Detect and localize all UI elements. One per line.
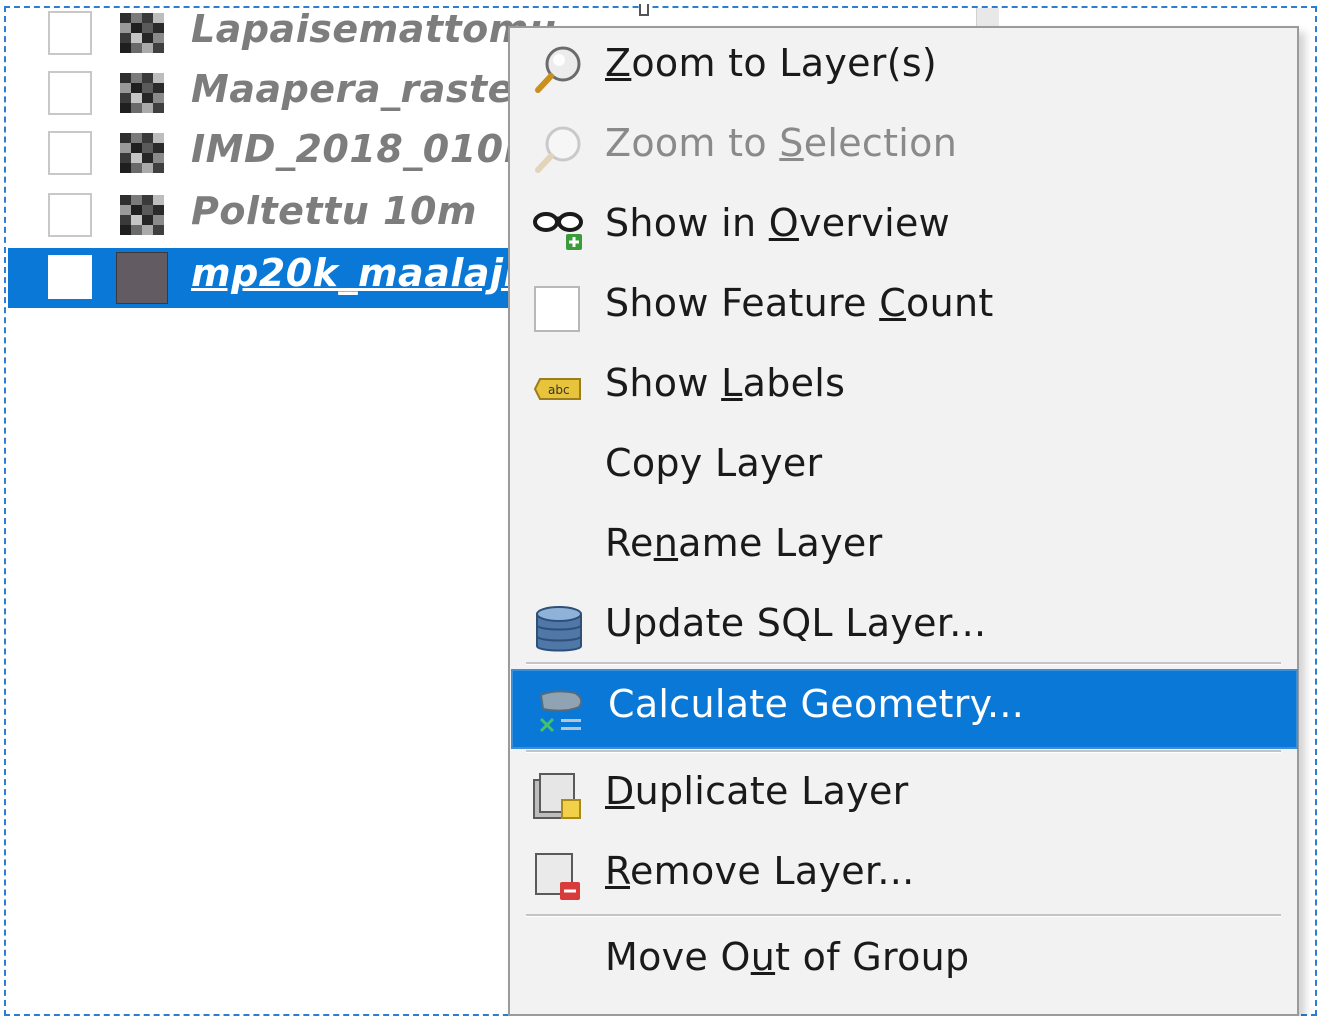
menu-item-show-feature-count[interactable]: Show Feature Count (510, 268, 1297, 348)
layer-context-menu: Zoom to Layer(s) Zoom to Selection Show … (508, 26, 1299, 1016)
layer-name: IMD_2018_010m (191, 127, 544, 171)
duplicate-layer-icon (533, 773, 581, 819)
menu-item-label: Show Feature Count (605, 281, 994, 325)
menu-item-zoom-to-selection: Zoom to Selection (510, 108, 1297, 188)
menu-item-label: Zoom to Layer(s) (605, 41, 938, 85)
menu-item-move-out-of-group[interactable]: Move Out of Group (510, 922, 1297, 1002)
menu-separator (526, 914, 1281, 917)
zoom-layer-icon (535, 46, 581, 93)
menu-item-label: Duplicate Layer (605, 769, 909, 813)
menu-item-duplicate-layer[interactable]: Duplicate Layer (510, 756, 1297, 836)
menu-item-rename-layer[interactable]: Rename Layer (510, 508, 1297, 588)
raster-layer-icon (120, 13, 164, 53)
menu-item-label: Copy Layer (605, 441, 823, 485)
menu-item-label: Remove Layer... (605, 849, 915, 893)
menu-item-update-sql-layer[interactable]: Update SQL Layer... (510, 588, 1297, 668)
layer-row[interactable]: IMD_2018_010m (8, 124, 543, 184)
layer-row[interactable]: Lapaisemattomu (8, 4, 556, 64)
svg-text:abc: abc (548, 383, 570, 397)
raster-layer-icon (120, 195, 164, 235)
layer-visibility-checkbox[interactable] (48, 11, 92, 55)
layer-visibility-checkbox[interactable] (48, 193, 92, 237)
overview-glasses-icon (533, 212, 583, 250)
menu-item-label: Show in Overview (605, 201, 951, 245)
menu-separator (526, 750, 1281, 753)
raster-layer-icon (120, 133, 164, 173)
labels-icon: abc (533, 378, 581, 400)
checkbox-icon[interactable] (532, 282, 586, 336)
layer-name: Maapera_rasteri (191, 67, 547, 111)
menu-item-label: Show Labels (605, 361, 846, 405)
menu-item-calculate-geometry[interactable]: Calculate Geometry... (511, 669, 1298, 749)
layer-row[interactable]: Maapera_rasteri (8, 64, 546, 124)
menu-item-label: Update SQL Layer... (605, 601, 987, 645)
menu-separator (526, 662, 1281, 665)
menu-item-label: Rename Layer (605, 521, 883, 565)
menu-item-zoom-to-layers[interactable]: Zoom to Layer(s) (510, 28, 1297, 108)
raster-layer-icon (120, 73, 164, 113)
layer-visibility-checkbox[interactable] (48, 255, 92, 299)
zoom-selection-icon (535, 126, 581, 173)
calculate-geometry-icon (539, 690, 583, 733)
layer-row[interactable]: Poltettu 10m (8, 186, 528, 246)
menu-item-label: Move Out of Group (605, 935, 970, 979)
menu-item-copy-layer[interactable]: Copy Layer (510, 428, 1297, 508)
menu-item-show-in-overview[interactable]: Show in Overview (510, 188, 1297, 268)
layer-name: mp20k_maalajit (191, 251, 536, 295)
layer-name: Lapaisemattomu (191, 7, 557, 51)
layer-name: Poltettu 10m (191, 189, 478, 233)
vector-layer-symbol-swatch[interactable] (116, 252, 168, 304)
scrollbar-thumb[interactable] (976, 8, 999, 28)
menu-item-label: Zoom to Selection (605, 121, 958, 165)
menu-item-show-labels[interactable]: abc Show Labels (510, 348, 1297, 428)
menu-item-label: Calculate Geometry... (608, 682, 1025, 726)
database-icon (536, 606, 582, 652)
drag-handle-notch[interactable] (639, 4, 649, 16)
menu-item-remove-layer[interactable]: Remove Layer... (510, 836, 1297, 916)
layer-visibility-checkbox[interactable] (48, 131, 92, 175)
remove-layer-icon (535, 853, 580, 900)
layer-visibility-checkbox[interactable] (48, 71, 92, 115)
layer-row-selected[interactable]: mp20k_maalajit (8, 248, 535, 308)
